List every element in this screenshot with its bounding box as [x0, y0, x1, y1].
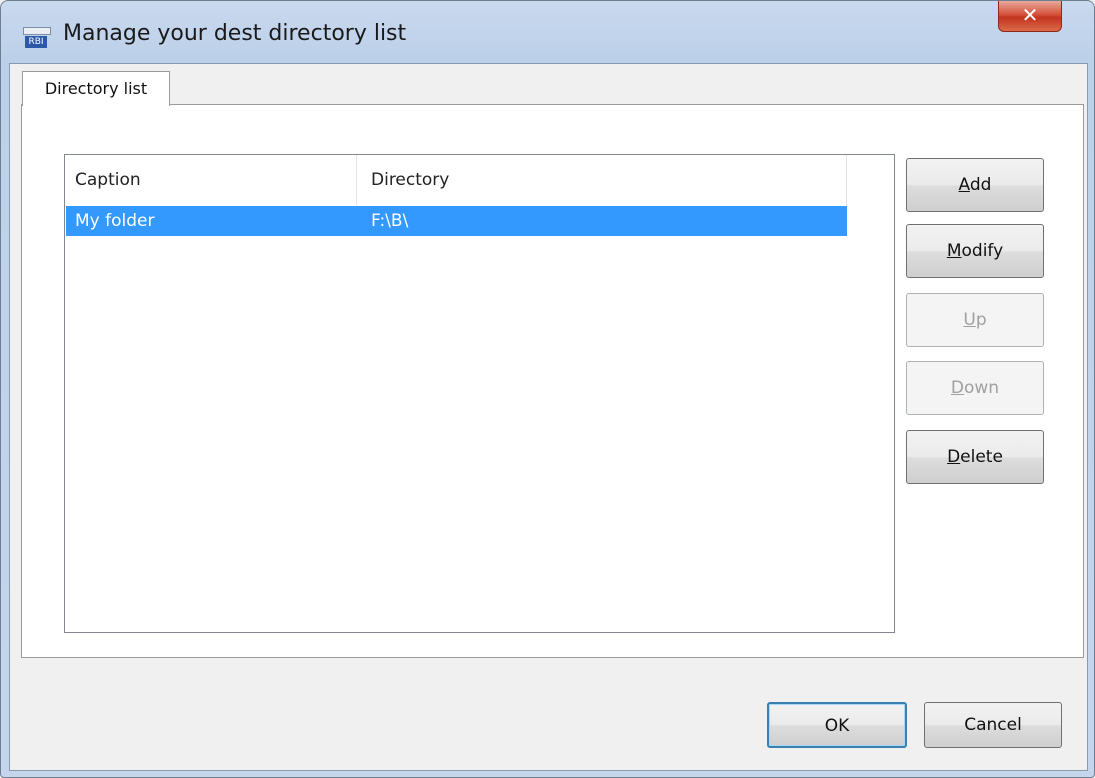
- app-icon-badge: RBI: [25, 36, 47, 48]
- close-button[interactable]: ✕: [998, 1, 1062, 32]
- cancel-button[interactable]: Cancel: [924, 702, 1062, 748]
- down-button[interactable]: Down: [906, 361, 1044, 415]
- up-button[interactable]: Up: [906, 293, 1044, 347]
- title-bar[interactable]: RBI Manage your dest directory list ✕: [1, 1, 1094, 63]
- tab-panel: Caption Directory My folder F:\B\ Add Mo…: [21, 104, 1084, 658]
- list-item-directory: F:\B\: [371, 211, 409, 231]
- window-title: Manage your dest directory list: [63, 21, 407, 46]
- tab-directory-list[interactable]: Directory list: [22, 71, 170, 106]
- close-icon: ✕: [1021, 3, 1039, 27]
- directory-listview[interactable]: Caption Directory My folder F:\B\: [64, 154, 895, 633]
- column-header-caption[interactable]: Caption: [65, 155, 357, 205]
- column-header-directory[interactable]: Directory: [357, 155, 847, 205]
- dialog-body: Directory list Caption Directory My fold…: [9, 63, 1088, 771]
- modify-button[interactable]: Modify: [906, 224, 1044, 278]
- listview-header: Caption Directory: [65, 155, 894, 205]
- app-icon-frame: [23, 27, 51, 35]
- delete-button[interactable]: Delete: [906, 430, 1044, 484]
- column-header-empty: [847, 155, 894, 205]
- app-icon: RBI: [23, 27, 51, 49]
- list-item-caption: My folder: [75, 211, 155, 231]
- add-button[interactable]: Add: [906, 158, 1044, 212]
- list-item[interactable]: My folder F:\B\: [66, 206, 847, 236]
- dialog-window: RBI Manage your dest directory list ✕ Di…: [0, 0, 1095, 778]
- ok-button[interactable]: OK: [767, 702, 907, 748]
